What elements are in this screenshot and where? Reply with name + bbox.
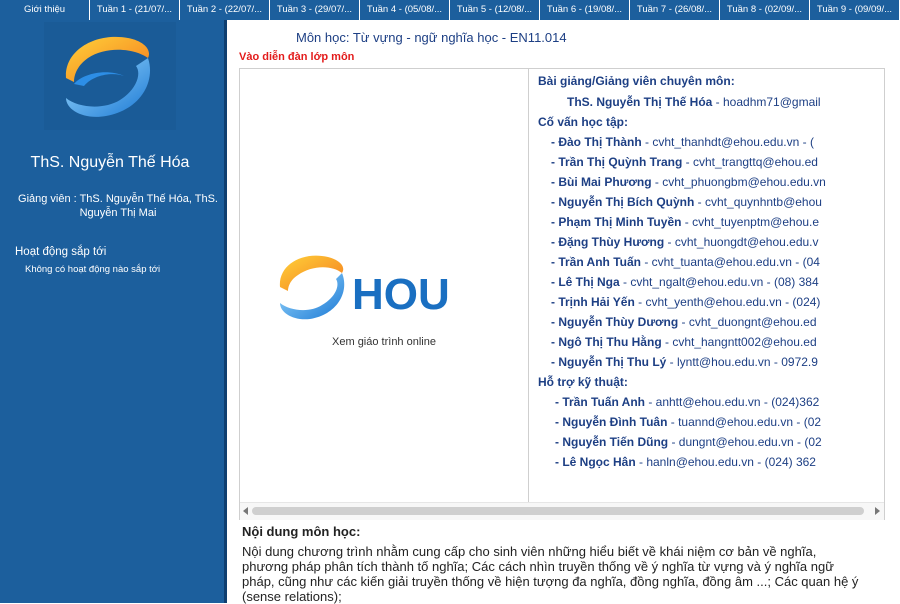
tab-week-6[interactable]: Tuần 6 - (19/08/... <box>540 0 630 20</box>
advisor-item: - Nguyễn Thị Thu Lý - lyntt@hou.edu.vn -… <box>551 355 818 369</box>
week-tab-bar: Giới thiệu Tuần 1 - (21/07/... Tuần 2 - … <box>0 0 900 20</box>
lecturers-heading: Bài giảng/Giảng viên chuyên môn: <box>538 74 735 88</box>
advisor-item: - Đặng Thùy Hương - cvht_huongdt@ehou.ed… <box>551 235 819 249</box>
tab-intro[interactable]: Giới thiệu <box>0 0 90 20</box>
scroll-right-icon[interactable] <box>875 507 880 515</box>
staff-list: Bài giảng/Giảng viên chuyên môn: ThS. Ng… <box>529 69 884 502</box>
textbook-cell: HOU Xem giáo trình online <box>240 69 529 502</box>
tab-week-2[interactable]: Tuần 2 - (22/07/... <box>180 0 270 20</box>
tab-week-7[interactable]: Tuần 7 - (26/08/... <box>630 0 720 20</box>
swirl-logo-icon <box>65 36 151 117</box>
tab-week-4[interactable]: Tuần 4 - (05/08/... <box>360 0 450 20</box>
tab-week-3[interactable]: Tuần 3 - (29/07/... <box>270 0 360 20</box>
advisor-item: - Đào Thị Thành - cvht_thanhdt@ehou.edu.… <box>551 135 814 149</box>
advisor-item: - Phạm Thị Minh Tuyền - cvht_tuyenptm@eh… <box>551 215 820 229</box>
tab-week-9[interactable]: Tuần 9 - (09/09/... <box>810 0 900 20</box>
horizontal-scrollbar[interactable] <box>240 502 884 520</box>
content-text: Nội dung chương trình nhằm cung cấp cho … <box>242 544 859 604</box>
support-item: - Trần Tuấn Anh - anhtt@ehou.edu.vn - (0… <box>555 395 820 409</box>
advisor-item: - Nguyễn Thị Bích Quỳnh - cvht_quynhntb@… <box>551 195 822 209</box>
support-heading: Hỗ trợ kỹ thuật: <box>538 375 628 389</box>
upcoming-empty-text: Không có hoạt động nào sắp tới <box>25 264 161 275</box>
advisor-item: - Trần Anh Tuấn - cvht_tuanta@ehou.edu.v… <box>551 255 820 269</box>
main-content: Môn học: Từ vựng - ngữ nghĩa học - EN11.… <box>227 20 900 604</box>
tab-week-8[interactable]: Tuần 8 - (02/09/... <box>720 0 810 20</box>
forum-link[interactable]: Vào diễn đàn lớp môn <box>239 51 354 63</box>
advisor-item: - Lê Thị Nga - cvht_ngalt@ehou.edu.vn - … <box>551 275 819 289</box>
advisor-item: - Nguyễn Thùy Dương - cvht_duongnt@ehou.… <box>551 315 817 329</box>
teacher-name: ThS. Nguyễn Thế Hóa <box>30 154 190 171</box>
scrollbar-thumb[interactable] <box>252 507 864 515</box>
course-info-panel: HOU Xem giáo trình online Bài giảng/Giản… <box>239 68 885 520</box>
teacher-subtitle: Giảng viên : ThS. Nguyễn Thế Hóa, ThS. N… <box>18 193 218 219</box>
scroll-left-icon[interactable] <box>243 507 248 515</box>
hou-logo[interactable]: HOU <box>274 247 498 332</box>
upcoming-title: Hoạt động sắp tới <box>15 246 107 258</box>
support-item: - Nguyễn Đình Tuân - tuannd@ehou.edu.vn … <box>555 415 822 429</box>
online-textbook-link[interactable]: Xem giáo trình online <box>240 336 528 348</box>
advisor-item: - Trịnh Hải Yến - cvht_yenth@ehou.edu.vn… <box>551 295 821 309</box>
teacher-logo <box>44 22 176 130</box>
tab-week-1[interactable]: Tuần 1 - (21/07/... <box>90 0 180 20</box>
tab-week-5[interactable]: Tuần 5 - (12/08/... <box>450 0 540 20</box>
advisor-item: - Trần Thị Quỳnh Trang - cvht_trangttq@e… <box>551 155 818 169</box>
support-item: - Lê Ngọc Hân - hanln@ehou.edu.vn - (024… <box>555 455 816 469</box>
hou-logo-text: HOU <box>352 270 450 319</box>
advisor-item: - Bùi Mai Phương - cvht_phuongbm@ehou.ed… <box>551 175 826 189</box>
content-heading: Nội dung môn học: <box>242 524 361 539</box>
advisors-heading: Cố vấn học tập: <box>538 115 629 129</box>
support-item: - Nguyễn Tiến Dũng - dungnt@ehou.edu.vn … <box>555 435 822 449</box>
hou-logo-icon: HOU <box>279 255 450 320</box>
sidebar: ThS. Nguyễn Thế Hóa Giảng viên : ThS. Ng… <box>0 20 227 603</box>
course-title: Môn học: Từ vựng - ngữ nghĩa học - EN11.… <box>296 30 567 45</box>
advisor-item: - Ngô Thị Thu Hằng - cvht_hangntt002@eho… <box>551 335 817 349</box>
lecturer-item: ThS. Nguyễn Thị Thế Hóa - hoadhm71@gmail <box>567 95 821 109</box>
